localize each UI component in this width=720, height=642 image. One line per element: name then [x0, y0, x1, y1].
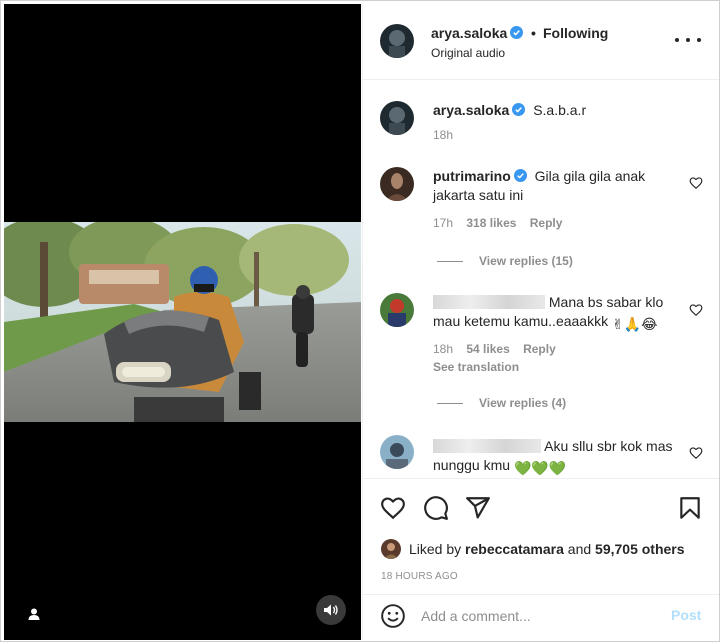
- replies-divider: [437, 402, 463, 404]
- comments-list[interactable]: arya.saloka S.a.b.a.r 18h putrimarino Gi…: [363, 81, 719, 477]
- reply-button[interactable]: Reply: [523, 342, 556, 356]
- liker-avatar[interactable]: [381, 539, 401, 559]
- comment: putrimarino Gila gila gila anak jakarta …: [433, 167, 673, 205]
- comment-meta: 18h 54 likes Reply: [433, 342, 556, 356]
- caption-avatar[interactable]: [380, 101, 414, 135]
- add-comment-bar: Post: [363, 594, 719, 640]
- verified-badge-icon: [510, 26, 524, 39]
- comment-input[interactable]: [421, 603, 661, 629]
- view-replies-button[interactable]: View replies (4): [437, 396, 566, 410]
- speaker-icon[interactable]: [316, 595, 346, 625]
- emoji-icon[interactable]: [380, 603, 406, 629]
- original-audio-link[interactable]: Original audio: [431, 46, 505, 60]
- heart-icon[interactable]: [689, 303, 703, 317]
- user-tag-icon[interactable]: [20, 600, 48, 628]
- replies-divider: [437, 260, 463, 262]
- caption-text: S.a.b.a.r: [533, 102, 587, 118]
- author-username[interactable]: arya.saloka: [431, 25, 524, 41]
- comment-username[interactable]: putrimarino: [433, 168, 511, 184]
- author-avatar[interactable]: [380, 24, 414, 58]
- author-username-text[interactable]: arya.saloka: [431, 25, 507, 41]
- reply-button[interactable]: Reply: [530, 216, 563, 230]
- caption-time[interactable]: 18h: [433, 128, 453, 142]
- liked-by-conj: and: [567, 541, 592, 557]
- caption: arya.saloka S.a.b.a.r: [433, 101, 693, 120]
- view-replies-button[interactable]: View replies (15): [437, 254, 573, 268]
- liked-by-prefix: Liked by: [409, 541, 462, 557]
- video-frame[interactable]: [4, 222, 361, 422]
- comment: Mana bs sabar klo mau ketemu kamu..eaaak…: [433, 293, 683, 334]
- comment-likes[interactable]: 54 likes: [466, 342, 509, 356]
- share-icon[interactable]: [465, 495, 491, 521]
- comment-likes[interactable]: 318 likes: [466, 216, 516, 230]
- comment-username-redacted[interactable]: [433, 295, 545, 309]
- caption-meta: 18h: [433, 128, 453, 142]
- likes-summary[interactable]: Liked by rebeccatamara and 59,705 others: [381, 539, 685, 559]
- likes-count[interactable]: 59,705 others: [595, 541, 685, 557]
- view-replies-label[interactable]: View replies (4): [479, 396, 566, 410]
- view-replies-label[interactable]: View replies (15): [479, 254, 573, 268]
- video-player[interactable]: [4, 4, 361, 640]
- comment-time[interactable]: 17h: [433, 216, 453, 230]
- comment-avatar[interactable]: [380, 435, 414, 469]
- comment-avatar[interactable]: [380, 293, 414, 327]
- liked-by-user[interactable]: rebeccatamara: [465, 541, 564, 557]
- post-button[interactable]: Post: [671, 607, 701, 623]
- post-header: arya.saloka • Following Original audio: [363, 4, 719, 80]
- header-separator: •: [531, 25, 536, 41]
- comment-icon[interactable]: [423, 495, 449, 521]
- comment-username-redacted[interactable]: [433, 439, 541, 453]
- comment: Aku sllu sbr kok mas nunggu kmu 💚💚💚: [433, 437, 683, 477]
- comment-avatar[interactable]: [380, 167, 414, 201]
- post-actions: Liked by rebeccatamara and 59,705 others…: [363, 478, 719, 596]
- post-timestamp[interactable]: 18 HOURS AGO: [381, 571, 458, 582]
- more-options-icon[interactable]: [675, 32, 701, 48]
- comment-emoji: 💚💚💚: [513, 460, 567, 476]
- heart-icon[interactable]: [689, 446, 703, 460]
- bookmark-icon[interactable]: [677, 495, 703, 521]
- comment-time[interactable]: 18h: [433, 342, 453, 356]
- heart-icon[interactable]: [689, 176, 703, 190]
- verified-badge-icon: [512, 103, 526, 116]
- following-button[interactable]: Following: [543, 25, 608, 41]
- comment-meta: 17h 318 likes Reply: [433, 216, 562, 230]
- post-sidebar: arya.saloka • Following Original audio a…: [362, 4, 719, 640]
- caption-username[interactable]: arya.saloka: [433, 102, 509, 118]
- post-modal: arya.saloka • Following Original audio a…: [0, 0, 720, 642]
- see-translation-button[interactable]: See translation: [433, 360, 519, 374]
- verified-badge-icon: [513, 169, 527, 182]
- heart-icon[interactable]: [380, 495, 406, 521]
- comment-emoji: ✌🙏😂: [611, 316, 658, 332]
